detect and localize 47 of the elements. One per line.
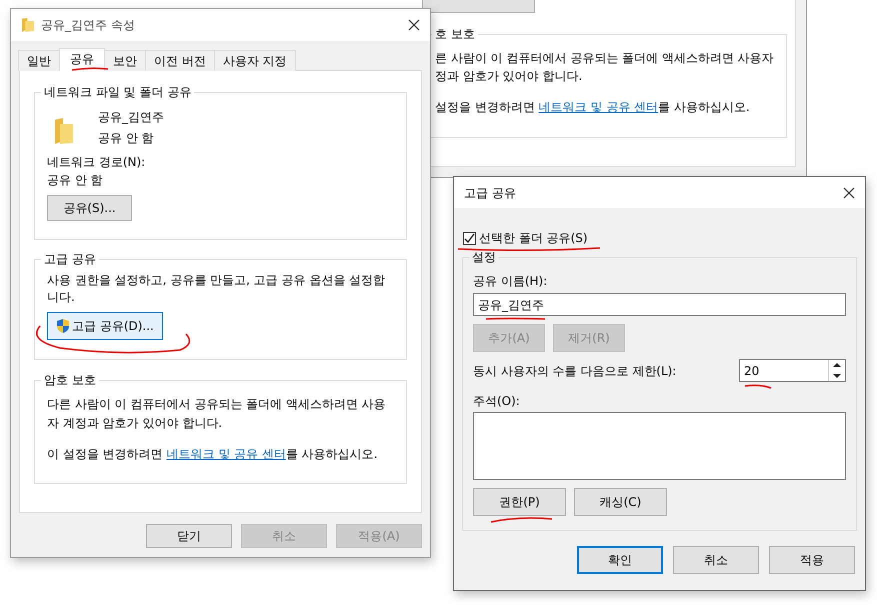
description-text: 른 사람이 이 컴퓨터에서 공유되는 폴더에 액세스하려면 사용자	[435, 50, 775, 67]
network-link[interactable]: 네트워크 및 공유 센터	[166, 447, 286, 461]
description-text: 사용 권한을 설정하고, 공유를 만들고, 고급 공유 옵션을 설정합니다.	[47, 272, 386, 306]
network-link[interactable]: 네트워크 및 공유 센터	[538, 100, 658, 114]
up-arrow-icon[interactable]	[832, 362, 842, 368]
info-text: 설정을 변경하려면 네트워크 및 공유 센터를 사용하십시오.	[435, 99, 751, 116]
close-icon[interactable]	[408, 19, 420, 31]
dialog-button[interactable]: 확인	[577, 546, 663, 574]
underline-mark	[486, 318, 546, 320]
number-field[interactable]: 20	[739, 359, 846, 382]
down-arrow-icon[interactable]	[832, 372, 842, 379]
folder-icon	[21, 17, 35, 33]
tab[interactable]: 공유	[59, 48, 105, 71]
dialog-button[interactable]: 적용	[769, 546, 855, 574]
description-text: 정과 암호가 있어야 합니다.	[435, 68, 584, 85]
description-text: 다른 사람이 이 컴퓨터에서 공유되는 폴더에 액세스하려면 사용자 계정과 암호가 있어야 합니다.	[47, 396, 387, 432]
share-button[interactable]: 공유(S)...	[47, 195, 132, 221]
checkbox[interactable]	[463, 232, 476, 244]
window-title: 공유_김연주 속성	[41, 17, 135, 34]
path-value: 공유 안 함	[47, 172, 104, 189]
tab[interactable]: 일반	[18, 50, 60, 71]
share-status: 공유 안 함	[98, 130, 155, 147]
underline-mark	[490, 517, 552, 523]
underline-mark	[744, 384, 772, 389]
dialog-button[interactable]: 취소	[673, 546, 759, 574]
close-icon[interactable]	[843, 186, 855, 198]
folder-name: 공유_김연주	[98, 109, 164, 126]
field-label: 네트워크 경로(N):	[47, 154, 146, 171]
window-title: 고급 공유	[464, 184, 516, 202]
action-button[interactable]: 캐싱(C)	[574, 488, 667, 516]
field-label: 공유 이름(H):	[473, 273, 548, 290]
check-icon	[464, 232, 475, 244]
share-name-field[interactable]: 공유_김연주	[473, 293, 846, 316]
shield-icon	[56, 318, 70, 334]
field-label: 동시 사용자의 수를 다음으로 제한(L):	[473, 362, 676, 380]
dialog-button[interactable]: 닫기	[146, 524, 232, 548]
field-label: 주석(O):	[473, 393, 521, 410]
tab[interactable]: 보안	[104, 50, 146, 71]
info-text: 이 설정을 변경하려면 네트워크 및 공유 센터를 사용하십시오.	[47, 446, 379, 463]
comment-field[interactable]	[473, 412, 846, 480]
checkbox-label: 선택한 폴더 공유(S)	[479, 230, 588, 247]
action-button[interactable]: 권한(P)	[473, 488, 566, 516]
folder-icon	[54, 117, 74, 145]
tab[interactable]: 사용자 지정	[214, 50, 296, 71]
advanced-share-button[interactable]: 고급 공유(D)...	[47, 312, 163, 340]
tab[interactable]: 이전 버전	[145, 50, 215, 71]
underline-mark	[72, 67, 108, 71]
